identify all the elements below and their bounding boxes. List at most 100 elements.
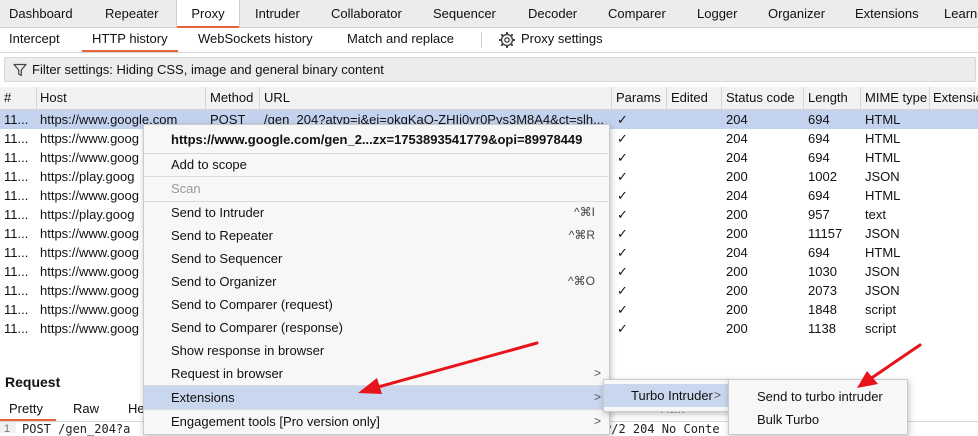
tab-repeater[interactable]: Repeater — [105, 0, 158, 27]
cell-length: 11157 — [808, 226, 843, 241]
menu-item-send-to-comparer-request[interactable]: Send to Comparer (request) — [144, 293, 609, 316]
cell-params: ✓ — [617, 264, 628, 279]
cell-length: 1138 — [808, 321, 836, 336]
line-number: 1 — [4, 423, 11, 435]
col-method[interactable]: Method — [210, 87, 253, 109]
cell-mime: script — [865, 302, 897, 317]
tab-logger[interactable]: Logger — [697, 0, 737, 27]
col-status-code[interactable]: Status code — [726, 87, 795, 109]
gear-icon[interactable] — [498, 31, 516, 49]
cell-params: ✓ — [617, 169, 628, 184]
cell-status: 204 — [726, 150, 748, 165]
menu-item-send-to-organizer[interactable]: Send to Organizer ^⌘O — [144, 270, 609, 293]
cell-mime: HTML — [865, 150, 901, 165]
divider — [481, 32, 482, 48]
tab-sequencer[interactable]: Sequencer — [433, 0, 496, 27]
cell-status: 200 — [726, 302, 748, 317]
menu-item-turbo-intruder[interactable]: Turbo Intruder > — [604, 384, 729, 407]
cell-length: 694 — [808, 131, 830, 146]
cell-length: 1002 — [808, 169, 837, 184]
subtab-match-and-replace[interactable]: Match and replace — [347, 28, 454, 52]
cell-status: 200 — [726, 207, 748, 222]
tab-comparer[interactable]: Comparer — [608, 0, 666, 27]
chevron-right-icon: > — [593, 366, 601, 380]
tab-organizer[interactable]: Organizer — [768, 0, 825, 27]
cell-status: 204 — [726, 131, 748, 146]
cell-length: 694 — [808, 112, 830, 127]
cell-mime: HTML — [865, 245, 901, 260]
menu-item-extensions[interactable]: Extensions > — [144, 386, 609, 409]
proxy-sub-tab-bar: Intercept HTTP history WebSockets histor… — [0, 28, 978, 53]
cell-params: ✓ — [617, 188, 628, 203]
tab-learn[interactable]: Learn — [944, 0, 977, 27]
proxy-settings-button[interactable]: Proxy settings — [521, 28, 603, 52]
chevron-right-icon: > — [713, 388, 721, 402]
cell-params: ✓ — [617, 207, 628, 222]
col-url[interactable]: URL — [264, 87, 290, 109]
col-mime-type[interactable]: MIME type — [865, 87, 927, 109]
top-tab-bar: Dashboard Repeater Proxy Intruder Collab… — [0, 0, 978, 28]
menu-item-send-to-repeater[interactable]: Send to Repeater ^⌘R — [144, 224, 609, 247]
cell-number: 11... — [4, 283, 29, 298]
response-line[interactable]: P/2 204 No Conte — [604, 422, 720, 436]
cell-length: 957 — [808, 207, 830, 222]
cell-mime: HTML — [865, 188, 901, 203]
tab-raw[interactable]: Raw — [73, 401, 99, 416]
menu-item-send-to-sequencer[interactable]: Send to Sequencer — [144, 247, 609, 270]
cell-status: 200 — [726, 169, 748, 184]
cell-number: 11... — [4, 302, 29, 317]
subtab-intercept[interactable]: Intercept — [9, 28, 60, 52]
cell-status: 200 — [726, 226, 748, 241]
tab-extensions[interactable]: Extensions — [855, 0, 919, 27]
cell-number: 11... — [4, 207, 29, 222]
cell-mime: script — [865, 321, 897, 336]
tab-decoder[interactable]: Decoder — [528, 0, 577, 27]
cell-mime: HTML — [865, 131, 901, 146]
col-params[interactable]: Params — [616, 87, 661, 109]
subtab-websockets-history[interactable]: WebSockets history — [198, 28, 313, 52]
cell-mime: JSON — [865, 226, 900, 241]
tab-dashboard[interactable]: Dashboard — [9, 0, 73, 27]
tab-proxy[interactable]: Proxy — [176, 0, 240, 28]
menu-item-bulk-turbo[interactable]: Bulk Turbo — [729, 408, 907, 431]
cell-number: 11... — [4, 169, 29, 184]
cell-mime: JSON — [865, 169, 900, 184]
cell-length: 694 — [808, 150, 830, 165]
turbo-intruder-submenu: Send to turbo intruder Bulk Turbo — [728, 379, 908, 435]
cell-number: 11... — [4, 226, 29, 241]
col-extension[interactable]: Extension — [933, 87, 978, 109]
menu-item-engagement-tools[interactable]: Engagement tools [Pro version only] > — [144, 410, 609, 433]
menu-item-add-to-scope[interactable]: Add to scope — [144, 153, 609, 176]
tab-pretty[interactable]: Pretty — [9, 401, 43, 416]
cell-status: 200 — [726, 283, 748, 298]
cell-params: ✓ — [617, 283, 628, 298]
cell-mime: JSON — [865, 283, 900, 298]
menu-item-show-response-in-browser[interactable]: Show response in browser — [144, 339, 609, 362]
col-edited[interactable]: Edited — [671, 87, 708, 109]
cell-status: 200 — [726, 264, 748, 279]
tab-intruder[interactable]: Intruder — [255, 0, 300, 27]
col-length[interactable]: Length — [808, 87, 848, 109]
cell-params: ✓ — [617, 245, 628, 260]
tab-collaborator[interactable]: Collaborator — [331, 0, 402, 27]
cell-length: 694 — [808, 188, 830, 203]
menu-item-send-to-turbo-intruder[interactable]: Send to turbo intruder — [729, 385, 907, 408]
menu-item-send-to-comparer-response[interactable]: Send to Comparer (response) — [144, 316, 609, 339]
cell-params: ✓ — [617, 112, 628, 127]
col-host[interactable]: Host — [40, 87, 67, 109]
cell-length: 1848 — [808, 302, 837, 317]
subtab-http-history[interactable]: HTTP history — [82, 28, 178, 52]
cell-number: 11... — [4, 112, 29, 127]
cell-mime: text — [865, 207, 886, 222]
table-header: # Host Method URL Params Edited Status c… — [0, 87, 978, 110]
menu-item-request-in-browser[interactable]: Request in browser > — [144, 362, 609, 385]
cell-length: 2073 — [808, 283, 837, 298]
cell-number: 11... — [4, 150, 29, 165]
cell-number: 11... — [4, 188, 29, 203]
cell-number: 11... — [4, 245, 29, 260]
request-line[interactable]: POST /gen_204?a — [22, 422, 130, 436]
menu-item-send-to-intruder[interactable]: Send to Intruder ^⌘I — [144, 201, 609, 224]
filter-settings-bar[interactable]: Filter settings: Hiding CSS, image and g… — [4, 57, 976, 82]
col-number[interactable]: # — [4, 87, 11, 109]
cell-number: 11... — [4, 131, 29, 146]
